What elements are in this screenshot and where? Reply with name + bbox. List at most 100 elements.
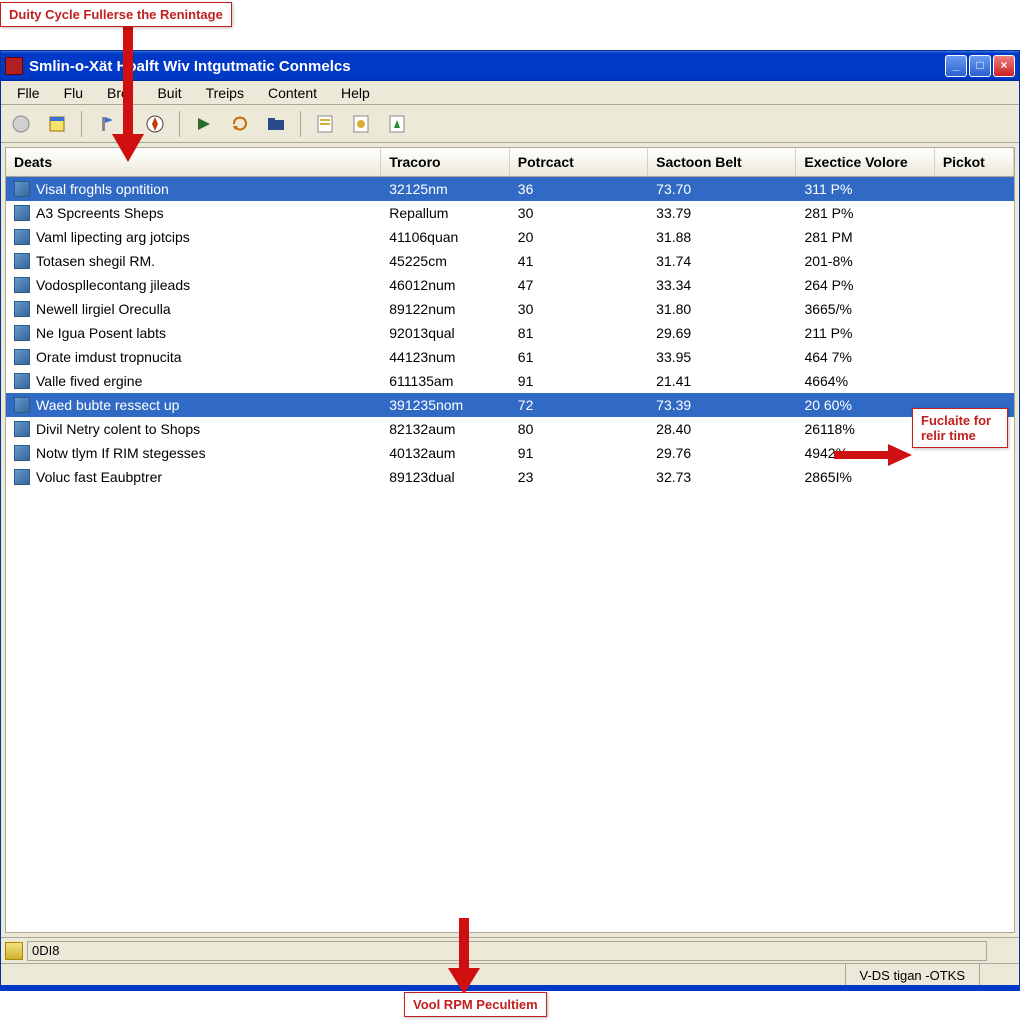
arrow-top-icon [108, 22, 148, 162]
menu-buit[interactable]: Buit [145, 83, 193, 103]
window-bottom-border [0, 985, 1020, 991]
cell-c6 [935, 355, 1014, 359]
table-row[interactable]: A3 Spcreents ShepsRepallum3033.79281 P% [6, 201, 1014, 225]
cell-c4: 32.73 [648, 467, 796, 487]
row-icon [14, 397, 30, 413]
row-icon [14, 181, 30, 197]
cell-name: Waed bubte ressect up [6, 395, 381, 415]
cell-c3: 36 [510, 179, 648, 199]
cell-c3: 23 [510, 467, 648, 487]
row-label: Valle fived ergine [36, 373, 142, 389]
cell-name: Vodospllecontang jileads [6, 275, 381, 295]
cell-c2: 82132aum [381, 419, 510, 439]
table-row[interactable]: Vaml lipecting arg jotcips41106quan2031.… [6, 225, 1014, 249]
callout-right-text: Fuclaite for relir time [921, 413, 991, 443]
cell-c6 [935, 259, 1014, 263]
row-icon [14, 253, 30, 269]
cell-name: Notw tlym If RIM stegesses [6, 443, 381, 463]
cell-c5: 464 7% [796, 347, 934, 367]
arrow-right-icon [834, 440, 914, 470]
cell-name: Voluc fast Eaubptrer [6, 467, 381, 487]
toolbar-play-icon[interactable] [190, 110, 218, 138]
callout-bottom-text: Vool RPM Pecultiem [413, 997, 538, 1012]
cell-c6 [935, 451, 1014, 455]
cell-c3: 80 [510, 419, 648, 439]
callout-bottom: Vool RPM Pecultiem [404, 992, 547, 1017]
cell-c2: 44123num [381, 347, 510, 367]
cell-c6 [935, 475, 1014, 479]
minimize-button[interactable]: _ [945, 55, 967, 77]
toolbar-folder-icon[interactable] [262, 110, 290, 138]
menu-help[interactable]: Help [329, 83, 382, 103]
maximize-button[interactable]: □ [969, 55, 991, 77]
table-row[interactable]: Orate imdust tropnucita44123num6133.9546… [6, 345, 1014, 369]
menu-file[interactable]: Flle [5, 83, 52, 103]
table-row[interactable]: Valle fived ergine611135am9121.414664% [6, 369, 1014, 393]
toolbar-doc2-icon[interactable] [347, 110, 375, 138]
cell-c6 [935, 283, 1014, 287]
toolbar-globe-icon[interactable] [7, 110, 35, 138]
row-icon [14, 373, 30, 389]
cell-c2: 41106quan [381, 227, 510, 247]
cell-c4: 31.74 [648, 251, 796, 271]
row-label: Visal froghls opntition [36, 181, 169, 197]
row-label: Totasen shegil RM. [36, 253, 155, 269]
cell-c6 [935, 235, 1014, 239]
col-sactoon[interactable]: Sactoon Belt [648, 148, 796, 176]
row-icon [14, 277, 30, 293]
cell-c4: 29.76 [648, 443, 796, 463]
cell-c2: 611135am [381, 371, 510, 391]
row-icon [14, 325, 30, 341]
status-panel-right: V-DS tigan -OTKS [845, 964, 979, 987]
cell-name: Vaml lipecting arg jotcips [6, 227, 381, 247]
cell-c5: 264 P% [796, 275, 934, 295]
cell-c2: Repallum [381, 203, 510, 223]
col-tracoro[interactable]: Tracoro [381, 148, 510, 176]
col-potrcact[interactable]: Potrcact [510, 148, 648, 176]
row-label: A3 Spcreents Sheps [36, 205, 164, 221]
callout-top-text: Duity Cycle Fullerse the Renintage [9, 7, 223, 22]
row-label: Orate imdust tropnucita [36, 349, 182, 365]
close-button[interactable]: × [993, 55, 1015, 77]
cell-name: Divil Netry colent to Shops [6, 419, 381, 439]
status-input[interactable] [27, 941, 987, 961]
toolbar-doc1-icon[interactable] [311, 110, 339, 138]
toolbar-doc3-icon[interactable] [383, 110, 411, 138]
cell-name: A3 Spcreents Sheps [6, 203, 381, 223]
cell-c5: 281 P% [796, 203, 934, 223]
toolbar-separator [179, 111, 180, 137]
row-icon [14, 469, 30, 485]
window-controls: _ □ × [945, 55, 1015, 77]
table-row[interactable]: Visal froghls opntition32125nm3673.70311… [6, 177, 1014, 201]
cell-c3: 30 [510, 299, 648, 319]
col-exectice[interactable]: Exectice Volore [796, 148, 934, 176]
menu-flu[interactable]: Flu [52, 83, 95, 103]
status-bar-secondary [1, 937, 1019, 963]
col-deats[interactable]: Deats [6, 148, 381, 176]
table-row[interactable]: Vodospllecontang jileads46012num4733.342… [6, 273, 1014, 297]
cell-name: Totasen shegil RM. [6, 251, 381, 271]
cell-c3: 72 [510, 395, 648, 415]
cell-c6 [935, 211, 1014, 215]
table-row[interactable]: Divil Netry colent to Shops82132aum8028.… [6, 417, 1014, 441]
row-label: Notw tlym If RIM stegesses [36, 445, 206, 461]
toolbar-refresh-icon[interactable] [226, 110, 254, 138]
table-row[interactable]: Ne Igua Posent labts92013qual8129.69211 … [6, 321, 1014, 345]
menu-treips[interactable]: Treips [194, 83, 256, 103]
cell-c3: 30 [510, 203, 648, 223]
table-row[interactable]: Waed bubte ressect up391235nom7273.3920 … [6, 393, 1014, 417]
data-grid: Deats Tracoro Potrcact Sactoon Belt Exec… [5, 147, 1015, 933]
menu-content[interactable]: Content [256, 83, 329, 103]
cell-c3: 41 [510, 251, 648, 271]
table-row[interactable]: Newell lirgiel Oreculla89122num3031.8036… [6, 297, 1014, 321]
cell-c6 [935, 187, 1014, 191]
row-label: Waed bubte ressect up [36, 397, 179, 413]
table-row[interactable]: Totasen shegil RM.45225cm4131.74201-8% [6, 249, 1014, 273]
status-bar: V-DS tigan -OTKS [1, 963, 1019, 987]
title-bar[interactable]: Smlin-o-Xät Hoalft Wiv Intgutmatic Conme… [1, 51, 1019, 81]
toolbar-window-icon[interactable] [43, 110, 71, 138]
cell-c5: 201-8% [796, 251, 934, 271]
col-pickot[interactable]: Pickot [935, 148, 1014, 176]
toolbar-separator [81, 111, 82, 137]
cell-c6 [935, 331, 1014, 335]
